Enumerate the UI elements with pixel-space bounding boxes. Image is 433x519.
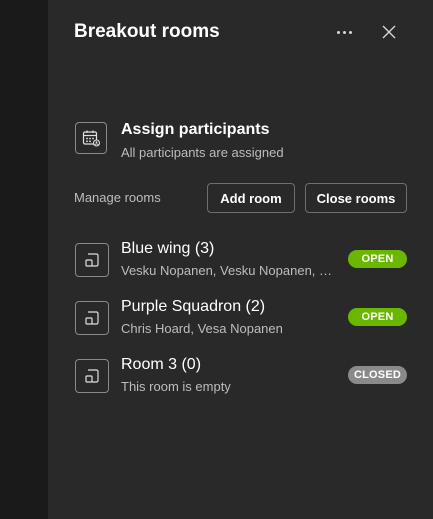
status-badge: CLOSED — [348, 366, 407, 384]
left-app-strip — [0, 0, 48, 519]
room-icon — [85, 253, 99, 267]
room-item-purple-squadron[interactable]: Purple Squadron (2) Chris Hoard, Vesa No… — [74, 298, 414, 342]
panel-title: Breakout rooms — [74, 21, 220, 42]
status-badge: OPEN — [348, 308, 407, 326]
room-members: Vesku Nopanen, Vesku Nopanen, Chris Hoar… — [121, 263, 333, 278]
room-name: Room 3 (0) — [121, 356, 202, 373]
assign-icon-box — [75, 122, 107, 154]
room-icon — [85, 369, 99, 383]
room-item-blue-wing[interactable]: Blue wing (3) Vesku Nopanen, Vesku Nopan… — [74, 240, 414, 284]
assign-participants-title: Assign participants — [121, 121, 270, 138]
close-panel-button[interactable] — [376, 20, 402, 44]
status-badge: OPEN — [348, 250, 407, 268]
assign-calendar-icon — [82, 130, 101, 147]
room-name: Purple Squadron (2) — [121, 298, 266, 315]
close-rooms-button[interactable]: Close rooms — [305, 183, 407, 213]
room-icon — [85, 311, 99, 325]
manage-rooms-label: Manage rooms — [74, 190, 161, 205]
room-members: This room is empty — [121, 379, 231, 394]
add-room-button[interactable]: Add room — [207, 183, 295, 213]
room-item-room-3[interactable]: Room 3 (0) This room is empty CLOSED — [74, 356, 414, 400]
close-icon — [382, 25, 396, 39]
room-icon-box — [75, 301, 109, 335]
breakout-rooms-panel: Breakout rooms Assign participants All p… — [48, 0, 433, 519]
room-icon-box — [75, 359, 109, 393]
assign-participants-status: All participants are assigned — [121, 145, 284, 160]
room-name: Blue wing (3) — [121, 240, 215, 257]
room-members: Chris Hoard, Vesa Nopanen — [121, 321, 283, 336]
more-horizontal-icon — [336, 30, 340, 34]
assign-participants-button[interactable]: Assign participants All participants are… — [74, 121, 404, 161]
room-icon-box — [75, 243, 109, 277]
more-options-button[interactable] — [330, 20, 358, 44]
